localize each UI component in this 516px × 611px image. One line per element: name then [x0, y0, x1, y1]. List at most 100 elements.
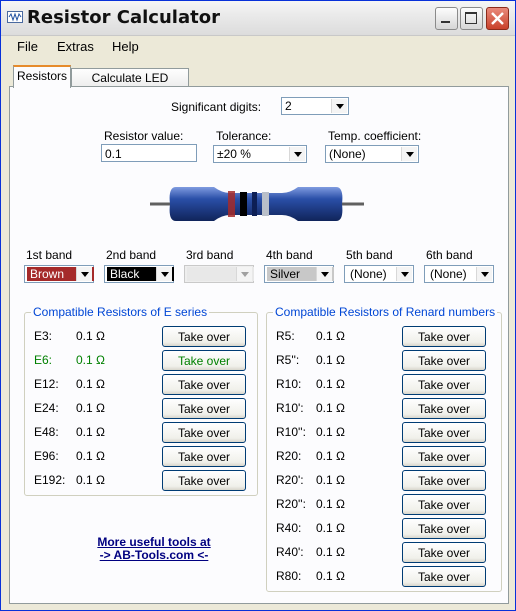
close-icon — [491, 12, 504, 25]
menu-extras[interactable]: Extras — [57, 39, 94, 54]
band-4-stripe — [262, 192, 269, 216]
take-over-button[interactable]: Take over — [402, 374, 486, 395]
resistor-image — [150, 187, 364, 221]
e_series-row-value: 0.1 Ω — [76, 329, 105, 343]
band-6-label: 6th band — [426, 248, 473, 262]
app-window: Resistor Calculator File Extras Help Res… — [0, 0, 516, 611]
band-1-select[interactable]: Brown — [24, 265, 94, 283]
renard-row-value: 0.1 Ω — [316, 521, 345, 535]
take-over-button[interactable]: Take over — [402, 494, 486, 515]
band-2-select[interactable]: Black — [104, 265, 174, 283]
renard-row-label: R20'': — [276, 497, 306, 511]
tab-calculate-led-resistors[interactable]: Calculate LED resistors — [71, 68, 189, 103]
take-over-button[interactable]: Take over — [402, 446, 486, 467]
chevron-down-icon[interactable] — [289, 147, 305, 161]
title-bar[interactable]: Resistor Calculator — [1, 1, 515, 36]
take-over-button[interactable]: Take over — [162, 422, 246, 443]
minimize-button[interactable] — [435, 7, 458, 30]
band-4-label: 4th band — [266, 248, 313, 262]
renard-row-value: 0.1 Ω — [316, 329, 345, 343]
take-over-button[interactable]: Take over — [402, 566, 486, 587]
take-over-button[interactable]: Take over — [162, 326, 246, 347]
significant-digits-select[interactable]: 2 — [281, 97, 349, 115]
e_series-row-value: 0.1 Ω — [76, 425, 105, 439]
e_series-row-label: E48: — [34, 425, 59, 439]
take-over-button[interactable]: Take over — [162, 374, 246, 395]
band-5-select[interactable]: (None) — [344, 265, 414, 283]
chevron-down-icon[interactable] — [76, 267, 92, 281]
renard-row-value: 0.1 Ω — [316, 545, 345, 559]
temp-coefficient-value: (None) — [329, 147, 366, 161]
band-2-label: 2nd band — [106, 248, 157, 262]
link-line-2[interactable]: -> AB-Tools.com <- — [70, 549, 238, 562]
take-over-button[interactable]: Take over — [402, 398, 486, 419]
take-over-button[interactable]: Take over — [402, 518, 486, 539]
resistors-panel: Significant digits: 2 Resistor value: 0.… — [9, 86, 509, 604]
chevron-down-icon[interactable] — [401, 147, 417, 161]
take-over-button[interactable]: Take over — [402, 326, 486, 347]
chevron-down-icon[interactable] — [331, 99, 347, 113]
take-over-button[interactable]: Take over — [402, 350, 486, 371]
temp-coefficient-select[interactable]: (None) — [325, 145, 419, 163]
take-over-button[interactable]: Take over — [162, 470, 246, 491]
band-2-stripe — [240, 192, 247, 216]
menu-bar: File Extras Help — [1, 36, 515, 58]
resistor-value-label: Resistor value: — [104, 129, 184, 143]
renard-title: Compatible Resistors of Renard numbers — [273, 305, 498, 319]
tolerance-select[interactable]: ±20 % — [213, 145, 307, 163]
significant-digits-value: 2 — [285, 99, 292, 113]
e_series-row-label: E6: — [34, 353, 53, 367]
band-3-label: 3rd band — [186, 248, 234, 262]
band-1-label: 1st band — [26, 248, 73, 262]
chevron-down-icon[interactable] — [236, 267, 252, 281]
e_series-row-value: 0.1 Ω — [76, 353, 105, 367]
renard-row-label: R20': — [276, 473, 304, 487]
renard-row-label: R10': — [276, 401, 304, 415]
e_series-row-label: E24: — [34, 401, 59, 415]
e-series-group: Compatible Resistors of E series E3: 0.1 … — [24, 305, 258, 496]
e_series-row-label: E3: — [34, 329, 53, 343]
renard-row-value: 0.1 Ω — [316, 473, 345, 487]
band-1-stripe — [228, 191, 235, 217]
maximize-button[interactable] — [460, 7, 483, 30]
close-button[interactable] — [486, 7, 509, 30]
chevron-down-icon[interactable] — [316, 267, 332, 281]
band-6-select[interactable]: (None) — [424, 265, 494, 283]
resistor-value-input[interactable]: 0.1 — [101, 144, 197, 162]
menu-help[interactable]: Help — [112, 39, 139, 54]
renard-row-label: R5'': — [276, 353, 300, 367]
e_series-row-value: 0.1 Ω — [76, 377, 105, 391]
renard-row-label: R5: — [276, 329, 295, 343]
renard-row-value: 0.1 Ω — [316, 425, 345, 439]
ab-tools-link[interactable]: More useful tools at -> AB-Tools.com <- — [70, 536, 238, 562]
app-resistor-icon — [7, 11, 23, 23]
renard-row-value: 0.1 Ω — [316, 401, 345, 415]
renard-row-value: 0.1 Ω — [316, 353, 345, 367]
e-series-title: Compatible Resistors of E series — [31, 305, 210, 319]
band-4-select[interactable]: Silver — [264, 265, 334, 283]
take-over-button[interactable]: Take over — [162, 446, 246, 467]
window-title: Resistor Calculator — [27, 7, 220, 28]
chevron-down-icon[interactable] — [396, 267, 412, 281]
renard-row-value: 0.1 Ω — [316, 449, 345, 463]
take-over-button[interactable]: Take over — [162, 398, 246, 419]
take-over-button[interactable]: Take over — [402, 470, 486, 491]
band-3-stripe — [252, 192, 257, 216]
minimize-icon — [441, 21, 450, 23]
renard-row-label: R10: — [276, 377, 302, 391]
tolerance-value: ±20 % — [217, 147, 251, 161]
renard-row-value: 0.1 Ω — [316, 569, 345, 583]
renard-row-value: 0.1 Ω — [316, 377, 345, 391]
tolerance-label: Tolerance: — [216, 129, 272, 143]
take-over-button[interactable]: Take over — [162, 350, 246, 371]
renard-group: Compatible Resistors of Renard numbers R… — [266, 305, 502, 592]
renard-row-label: R10'': — [276, 425, 306, 439]
significant-digits-label: Significant digits: — [171, 100, 262, 114]
tab-resistors[interactable]: Resistors — [13, 65, 71, 88]
take-over-button[interactable]: Take over — [402, 422, 486, 443]
take-over-button[interactable]: Take over — [402, 542, 486, 563]
chevron-down-icon[interactable] — [476, 267, 492, 281]
menu-file[interactable]: File — [17, 39, 38, 54]
chevron-down-icon[interactable] — [156, 267, 172, 281]
band-3-select[interactable] — [184, 265, 254, 283]
